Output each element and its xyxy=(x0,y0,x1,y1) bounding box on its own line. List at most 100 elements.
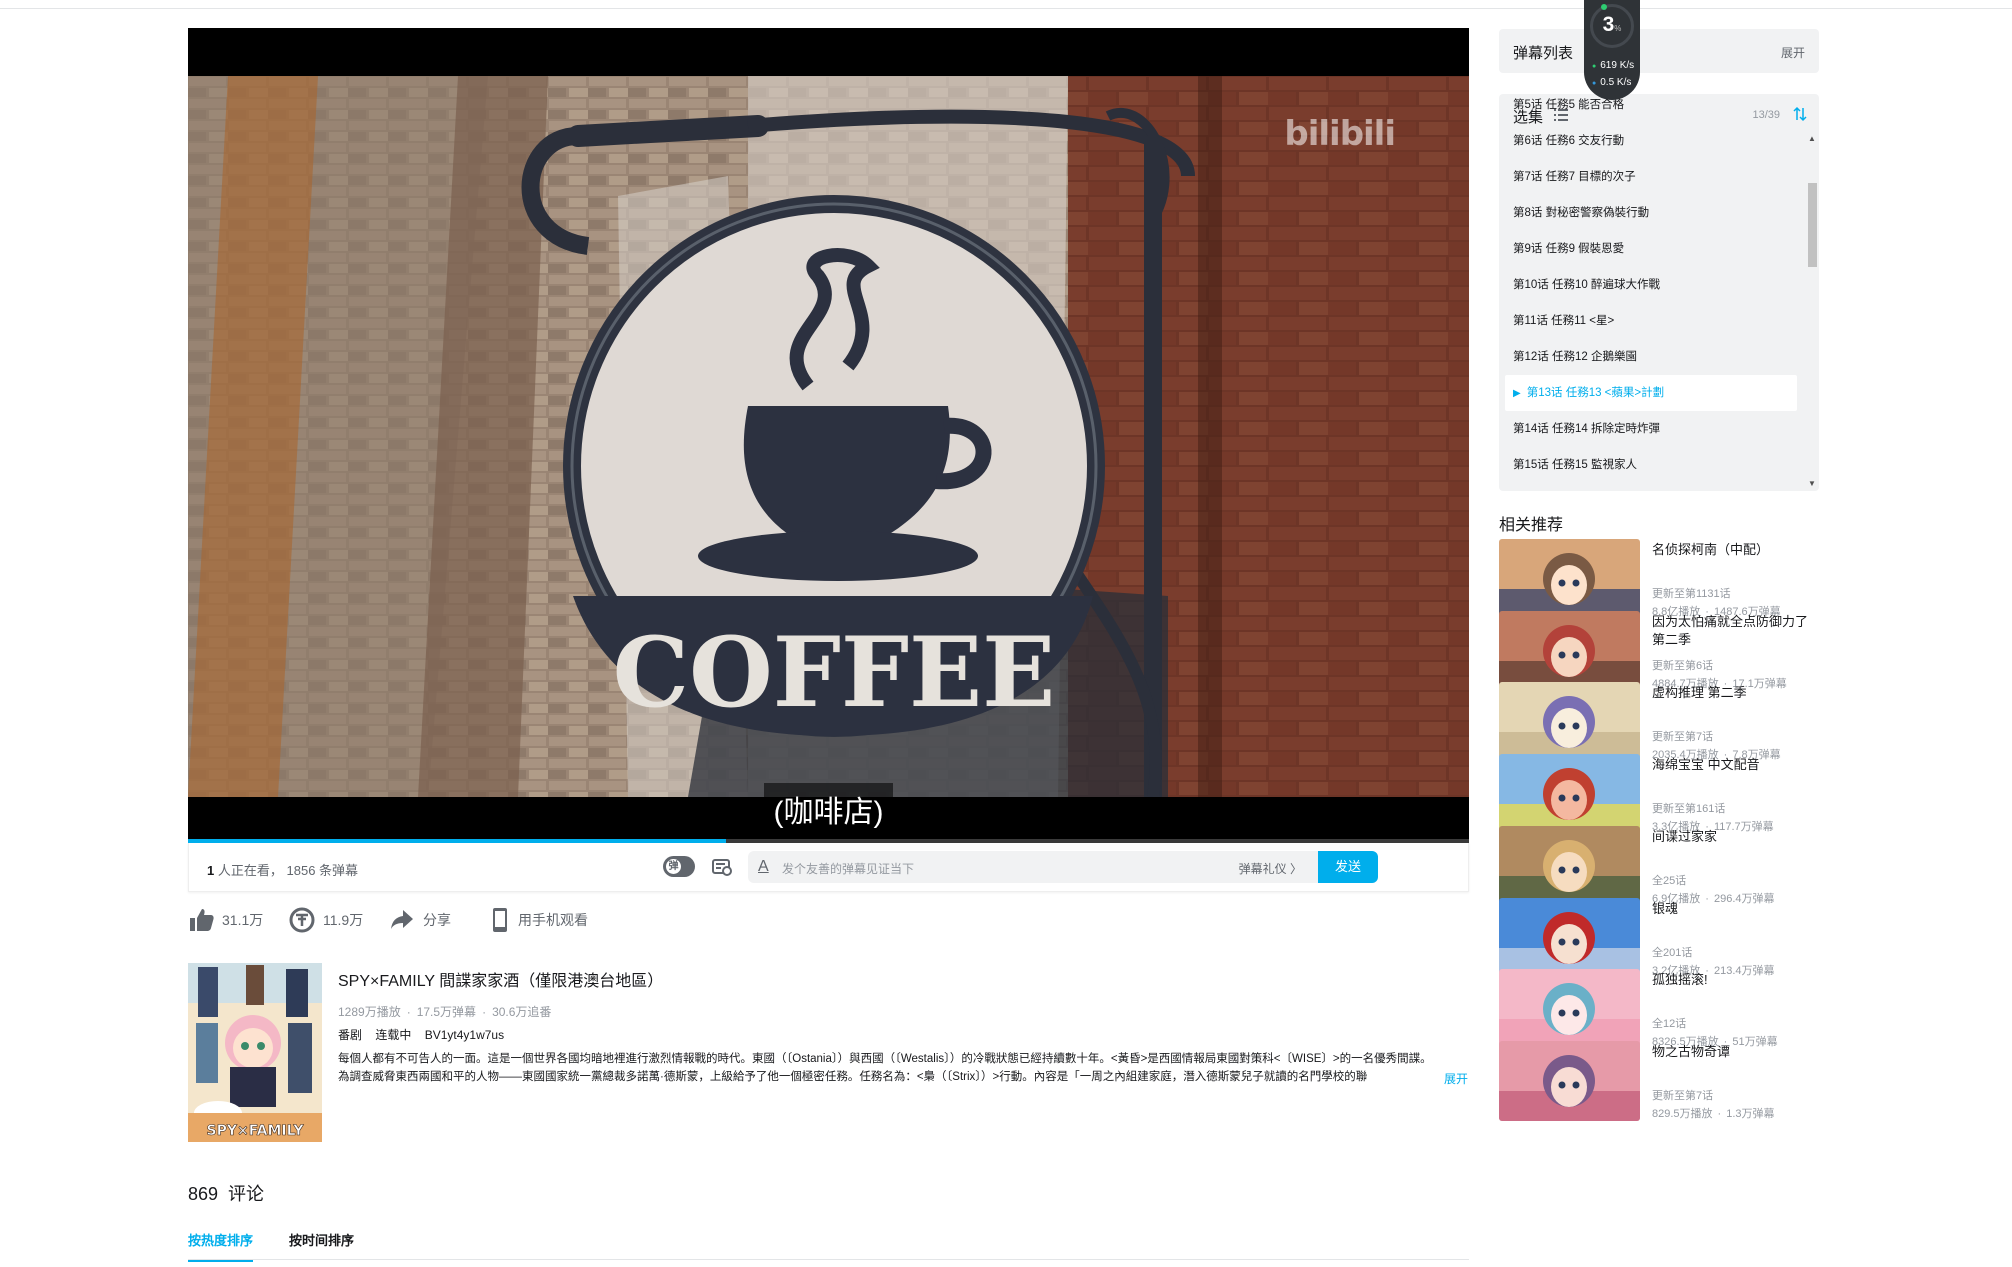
scroll-down-icon[interactable]: ▼ xyxy=(1808,479,1816,488)
danmaku-count: 1856 xyxy=(286,863,316,878)
comment-header: 869 评论 xyxy=(188,1180,264,1206)
danmaku-settings-icon[interactable] xyxy=(711,856,733,878)
send-danmaku-button[interactable]: 发送 xyxy=(1318,851,1378,883)
media-tags: 番剧 连载中 BV1yt4y1w7us xyxy=(338,1026,514,1043)
recommend-thumbnail[interactable] xyxy=(1499,969,1640,1050)
danmaku-toggle-label: 弹 xyxy=(666,859,681,874)
recommend-thumbnail-art xyxy=(1499,1040,1640,1121)
recommend-thumbnail[interactable] xyxy=(1499,539,1640,619)
episode-item[interactable]: 第7话 任務7 目標的次子 xyxy=(1499,159,1803,195)
episode-label: 第5话 任務5 能否合格 xyxy=(1513,99,1625,111)
episode-item[interactable]: 第8话 對秘密警察偽裝行動 xyxy=(1499,195,1803,231)
speed-percent: 3% xyxy=(1584,13,1640,37)
episode-label: 第12话 任務12 企鵝樂園 xyxy=(1513,351,1637,363)
recommend-thumbnail[interactable] xyxy=(1499,754,1640,835)
episode-item[interactable]: 第11话 任務11 <星> xyxy=(1499,303,1803,339)
episode-item[interactable]: 第12话 任務12 企鵝樂園 xyxy=(1499,339,1803,375)
subtitle-text: (咖啡店) xyxy=(763,783,894,835)
share-button[interactable]: 分享 xyxy=(389,905,451,935)
episode-item[interactable]: 第9话 任務9 假裝恩愛 xyxy=(1499,231,1803,267)
tab-sort-hot[interactable]: 按热度排序 xyxy=(188,1230,254,1262)
recommend-item[interactable]: 间谍过家家 全25话 6.9亿播放 · 296.4万弹幕 xyxy=(1499,825,1819,906)
like-button[interactable]: 31.1万 xyxy=(188,905,263,935)
top-nav-strip xyxy=(0,0,2012,9)
recommend-item[interactable]: 物之古物奇谭 更新至第7话 829.5万播放 · 1.3万弹幕 xyxy=(1499,1040,1819,1121)
episode-scrollbar[interactable]: ▲ ▼ xyxy=(1805,134,1819,491)
recommend-update: 全25话 xyxy=(1652,874,1687,887)
scroll-up-icon[interactable]: ▲ xyxy=(1808,134,1816,143)
watch-on-phone-button[interactable]: 用手机观看 xyxy=(490,905,588,935)
recommend-name[interactable]: 物之古物奇谭 xyxy=(1652,1043,1817,1061)
recommend-name[interactable]: 孤独摇滚! xyxy=(1652,971,1817,989)
video-scene-coffee-sign: COFFEE xyxy=(188,76,1469,797)
font-style-icon[interactable]: A xyxy=(758,858,769,876)
tab-sort-time[interactable]: 按时间排序 xyxy=(289,1230,354,1249)
expand-description-link[interactable]: 展开 xyxy=(1444,1070,1468,1087)
episode-label: 第8话 對秘密警察偽裝行動 xyxy=(1513,207,1650,219)
episode-item[interactable]: 第10话 任務10 醉遍球大作戰 xyxy=(1499,267,1803,303)
scrollbar-thumb[interactable] xyxy=(1808,183,1817,267)
recommend-thumbnail[interactable] xyxy=(1499,825,1640,906)
recommend-update: 更新至第1131话 xyxy=(1652,588,1731,600)
episode-item[interactable]: 第5话 任務5 能否合格 xyxy=(1499,94,1803,123)
episode-item[interactable]: ▶ 第13话 任務13 <蘋果>計劃 xyxy=(1505,375,1797,411)
danmaku-etiquette-link[interactable]: 弹幕礼仪 〉 xyxy=(1239,860,1302,877)
video-player[interactable]: COFFEE bilibili (咖啡店) xyxy=(188,28,1469,843)
episode-item[interactable]: 第6话 任務6 交友行動 xyxy=(1499,123,1803,159)
coin-count: 11.9万 xyxy=(323,912,364,928)
phone-icon xyxy=(493,908,507,932)
danmaku-list-title: 弹幕列表 xyxy=(1513,45,1574,62)
online-info: 1 人正在看， 1856 条弹幕 xyxy=(207,860,358,879)
media-stats: 1289万播放 · 17.5万弹幕 · 30.6万追番 xyxy=(338,1005,552,1019)
recommend-danmaku: 1.3万弹幕 xyxy=(1726,1107,1775,1120)
comment-sort-tabs: 按热度排序 按时间排序 xyxy=(188,1230,1469,1262)
upload-speed: ● 619 K/s xyxy=(1592,60,1634,71)
recommend-item[interactable]: 孤独摇滚! 全12话 8326.5万播放 · 51万弹幕 xyxy=(1499,969,1819,1050)
episode-item[interactable]: 第15话 任務15 監視家人 xyxy=(1499,447,1803,483)
recommend-thumbnail[interactable] xyxy=(1499,897,1640,978)
recommend-item[interactable]: 银魂 全201话 3.2亿播放 · 213.4万弹幕 xyxy=(1499,897,1819,978)
danmaku-input[interactable]: A 发个友善的弹幕见证当下 弹幕礼仪 〉 xyxy=(748,851,1318,883)
poster-art: SPY×FAMILY xyxy=(188,963,322,1142)
subtitle: (咖啡店) xyxy=(188,783,1469,835)
recommend-thumbnail-art xyxy=(1499,754,1640,835)
danmaku-list-panel[interactable]: 弹幕列表 展开 xyxy=(1499,29,1819,73)
danmaku-list-expand[interactable]: 展开 xyxy=(1781,44,1805,61)
video-frame[interactable]: COFFEE bilibili xyxy=(188,76,1469,797)
recommend-item[interactable]: 名侦探柯南（中配） 更新至第1131话 8.8亿播放 · 1487.6万弹幕 xyxy=(1499,539,1819,619)
media-tag-type[interactable]: 番剧 xyxy=(338,1028,362,1042)
comment-label: 评论 xyxy=(228,1184,265,1204)
recommend-item[interactable]: 虚构推理 第二季 更新至第7话 2035.4万播放 · 7.8万弹幕 xyxy=(1499,682,1819,763)
media-follow-count: 30.6万追番 xyxy=(492,1005,552,1019)
viewer-suffix: 人正在看， xyxy=(217,863,283,878)
recommend-item[interactable]: 因为太怕痛就全点防御力了 第二季 更新至第6话 4884.7万播放 · 17.1万弹幕 xyxy=(1499,610,1819,691)
recommend-name[interactable]: 虚构推理 第二季 xyxy=(1652,684,1817,702)
danmaku-toggle[interactable]: 弹 xyxy=(663,856,695,877)
recommend-thumbnail[interactable] xyxy=(1499,682,1640,763)
danmaku-send-bar: 1 人正在看， 1856 条弹幕 弹 A 发个友善的弹幕见证当下 弹幕礼仪 〉 … xyxy=(188,843,1469,892)
recommend-name[interactable]: 海绵宝宝 中文配音 xyxy=(1652,756,1817,774)
share-label: 分享 xyxy=(423,912,451,928)
recommend-thumbnail-art xyxy=(1499,969,1640,1050)
episode-label: 第6话 任務6 交友行動 xyxy=(1513,135,1625,147)
coin-icon xyxy=(289,907,315,933)
share-icon xyxy=(391,910,413,929)
recommend-name[interactable]: 名侦探柯南（中配） xyxy=(1652,541,1817,559)
recommend-name[interactable]: 因为太怕痛就全点防御力了 第二季 xyxy=(1652,613,1817,649)
recommend-thumbnail[interactable] xyxy=(1499,610,1640,691)
coffee-sign-text: COFFEE xyxy=(613,616,1056,729)
series-poster[interactable]: SPY×FAMILY xyxy=(188,963,322,1142)
recommend-name[interactable]: 银魂 xyxy=(1652,900,1817,918)
media-title[interactable]: SPY×FAMILY 間諜家家酒（僅限港澳台地區） xyxy=(338,967,663,991)
poster-logo-text: SPY×FAMILY xyxy=(206,1123,304,1139)
recommend-item[interactable]: 海绵宝宝 中文配音 更新至第161话 3.3亿播放 · 117.7万弹幕 xyxy=(1499,754,1819,835)
network-speed-widget[interactable]: 3% ● 619 K/s ● 0.5 K/s xyxy=(1584,0,1640,100)
episode-item[interactable]: 第14话 任務14 拆除定時炸彈 xyxy=(1499,411,1803,447)
recommend-update: 全201话 xyxy=(1652,946,1693,959)
coin-button[interactable]: 11.9万 xyxy=(289,905,363,935)
download-speed: ● 0.5 K/s xyxy=(1592,77,1631,88)
recommend-thumbnail-art xyxy=(1499,682,1640,763)
bilibili-watermark: bilibili xyxy=(1284,114,1396,154)
recommend-name[interactable]: 间谍过家家 xyxy=(1652,828,1817,846)
recommend-thumbnail[interactable] xyxy=(1499,1040,1640,1121)
